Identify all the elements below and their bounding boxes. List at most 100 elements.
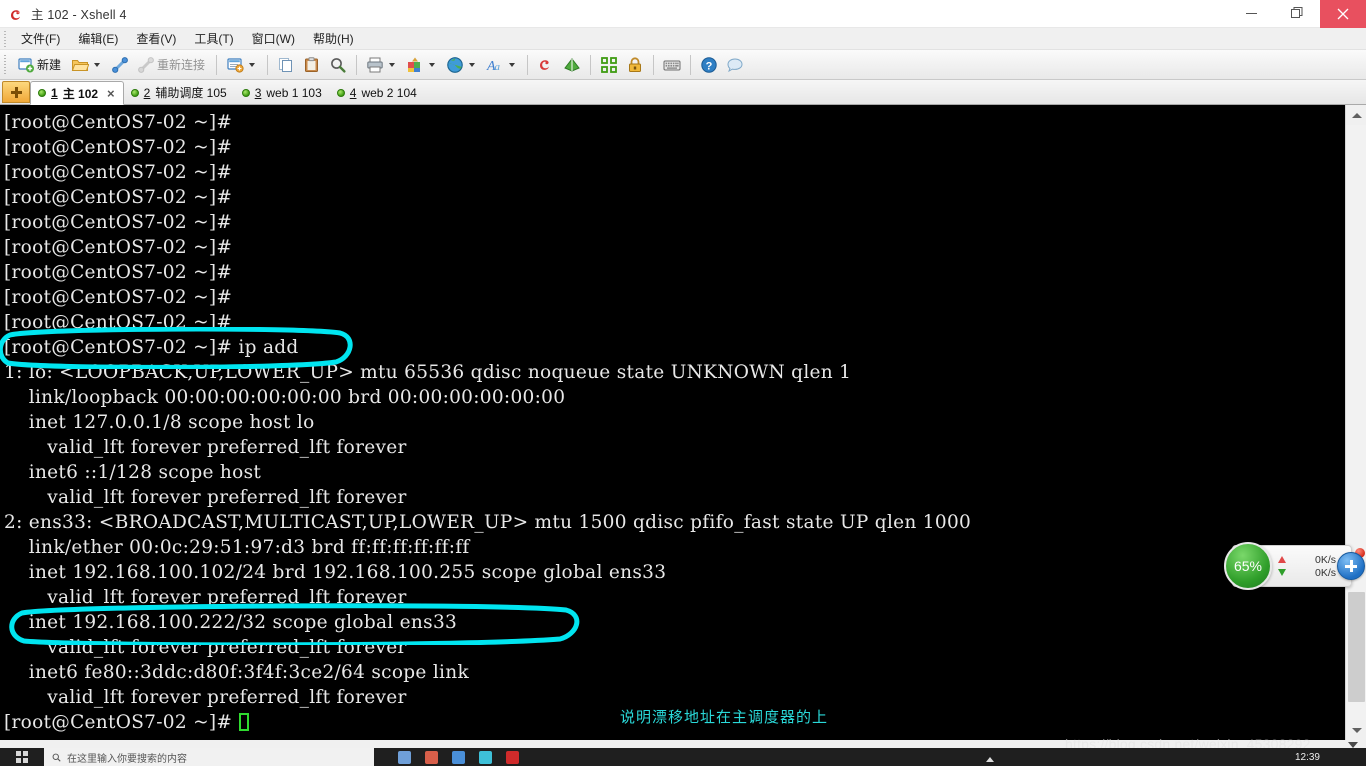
widget-expand-button[interactable] <box>1337 552 1365 580</box>
tab-status-dot-icon <box>241 88 250 97</box>
taskbar-app-icon-5[interactable] <box>506 750 519 764</box>
menu-window[interactable]: 窗口(W) <box>243 28 304 49</box>
svg-text:?: ? <box>706 60 713 72</box>
menu-view[interactable]: 查看(V) <box>127 28 185 49</box>
menu-tools[interactable]: 工具(T) <box>185 28 242 49</box>
menu-file[interactable]: 文件(F) <box>12 28 69 49</box>
terminal-line: [root@CentOS7-02 ~]# <box>4 187 233 208</box>
taskbar-search-placeholder: 在这里输入你要搜索的内容 <box>67 753 187 765</box>
print-caret-icon[interactable] <box>389 62 396 67</box>
terminal-area: [root@CentOS7-02 ~]# [root@CentOS7-02 ~]#… <box>0 105 1366 740</box>
open-folder-button[interactable] <box>67 53 107 77</box>
scroll-down-button[interactable] <box>1346 720 1366 740</box>
taskbar-app-icon-2[interactable] <box>425 750 438 764</box>
arrow-down-icon <box>1278 569 1286 576</box>
scrollbar-thumb[interactable] <box>1348 592 1365 702</box>
xlpd-button[interactable] <box>559 53 585 77</box>
minimize-button[interactable] <box>1228 0 1274 28</box>
chat-button[interactable] <box>722 53 748 77</box>
menu-bar: 文件(F) 编辑(E) 查看(V) 工具(T) 窗口(W) 帮助(H) <box>0 28 1366 50</box>
new-session-label: 新建 <box>37 58 62 72</box>
tab-session-3[interactable]: 3 web 1 103 <box>235 81 330 104</box>
connect-icon <box>111 56 129 74</box>
tab-session-2[interactable]: 2 辅助调度 105 <box>124 81 235 104</box>
connect-button[interactable] <box>107 53 133 77</box>
font-button[interactable]: A a <box>482 53 522 77</box>
tab-session-1[interactable]: 1 主 102 × <box>30 81 124 105</box>
restore-button[interactable] <box>1274 0 1320 28</box>
search-icon <box>329 56 347 74</box>
paste-icon <box>303 56 321 74</box>
terminal-scrollbar[interactable] <box>1345 105 1366 740</box>
taskbar-clock[interactable]: 12:39 <box>1295 748 1320 766</box>
terminal-output[interactable]: [root@CentOS7-02 ~]# [root@CentOS7-02 ~]#… <box>0 105 1345 740</box>
terminal-line: [root@CentOS7-02 ~]# <box>4 262 233 283</box>
xftp-icon <box>537 56 555 74</box>
terminal-line: [root@CentOS7-02 ~]# <box>4 137 233 158</box>
help-button[interactable]: ? <box>696 53 722 77</box>
new-session-icon <box>17 56 35 74</box>
new-session-button[interactable]: 新建 <box>13 53 67 77</box>
taskbar-app-icon-4[interactable] <box>479 750 492 764</box>
taskbar-pinned-icons <box>398 750 519 764</box>
svg-text:a: a <box>495 61 501 73</box>
terminal-line: [root@CentOS7-02 ~]# <box>4 287 233 308</box>
window-controls <box>1228 0 1366 28</box>
chevron-up-icon[interactable] <box>986 757 994 762</box>
color-scheme-button[interactable] <box>402 53 442 77</box>
terminal-line: valid_lft forever preferred_lft forever <box>4 437 407 458</box>
encoding-button[interactable] <box>442 53 482 77</box>
reconnect-button[interactable]: 重新连接 <box>133 53 211 77</box>
find-button[interactable] <box>325 53 351 77</box>
network-speed-widget[interactable]: 65% 0K/s 0K/s <box>1224 542 1365 590</box>
session-manager-button[interactable] <box>222 53 262 77</box>
print-button[interactable] <box>362 53 402 77</box>
taskbar-app-icon-1[interactable] <box>398 750 411 764</box>
encoding-caret-icon[interactable] <box>469 62 476 67</box>
terminal-cursor <box>239 713 250 731</box>
plus-icon <box>10 86 22 98</box>
menu-help[interactable]: 帮助(H) <box>304 28 363 49</box>
toolbar-grip[interactable] <box>2 53 9 76</box>
tab-4-label: web 2 104 <box>361 85 417 100</box>
tab-status-dot-icon <box>336 88 345 97</box>
plus-icon <box>1345 560 1357 572</box>
tab-session-4[interactable]: 4 web 2 104 <box>330 81 425 104</box>
terminal-line: inet 192.168.100.102/24 brd 192.168.100.… <box>4 562 667 583</box>
fullscreen-button[interactable] <box>596 53 622 77</box>
close-button[interactable] <box>1320 0 1366 28</box>
taskbar-search-input[interactable]: 在这里输入你要搜索的内容 <box>44 748 374 766</box>
xftp-button[interactable] <box>533 53 559 77</box>
xshell-logo-icon <box>8 6 24 22</box>
open-folder-caret-icon[interactable] <box>94 62 101 67</box>
taskbar-app-icon-3[interactable] <box>452 750 465 764</box>
font-caret-icon[interactable] <box>509 62 516 67</box>
new-tab-button[interactable] <box>2 81 30 103</box>
tab-3-label: web 1 103 <box>266 85 322 100</box>
tab-1-close-icon[interactable]: × <box>107 86 115 101</box>
tab-3-number: 3 <box>254 85 262 100</box>
session-manager-caret-icon[interactable] <box>249 62 256 67</box>
terminal-line: 2: ens33: <BROADCAST,MULTICAST,UP,LOWER_… <box>4 512 972 533</box>
globe-icon <box>446 56 464 74</box>
chevron-up-icon <box>1351 112 1362 118</box>
toolbar-separator-4 <box>527 54 529 75</box>
keyboard-button[interactable] <box>659 53 685 77</box>
open-folder-icon <box>71 56 90 74</box>
scroll-up-button[interactable] <box>1346 105 1366 125</box>
start-button[interactable] <box>0 748 44 766</box>
terminal-line: 1: lo: <LOOPBACK,UP,LOWER_UP> mtu 65536 … <box>4 362 852 383</box>
cpu-usage-bubble[interactable]: 65% <box>1224 542 1272 590</box>
tab-2-label: 辅助调度 105 <box>155 86 227 100</box>
lock-button[interactable] <box>622 53 648 77</box>
color-scheme-caret-icon[interactable] <box>429 62 436 67</box>
toolbar-separator-7 <box>690 54 692 75</box>
menubar-grip[interactable] <box>2 30 10 47</box>
chat-icon <box>726 56 744 74</box>
copy-button[interactable] <box>273 53 299 77</box>
keyboard-icon <box>663 56 681 74</box>
paste-button[interactable] <box>299 53 325 77</box>
menu-edit[interactable]: 编辑(E) <box>69 28 127 49</box>
terminal-line: [root@CentOS7-02 ~]# <box>4 212 233 233</box>
tab-2-number: 2 <box>143 85 151 100</box>
